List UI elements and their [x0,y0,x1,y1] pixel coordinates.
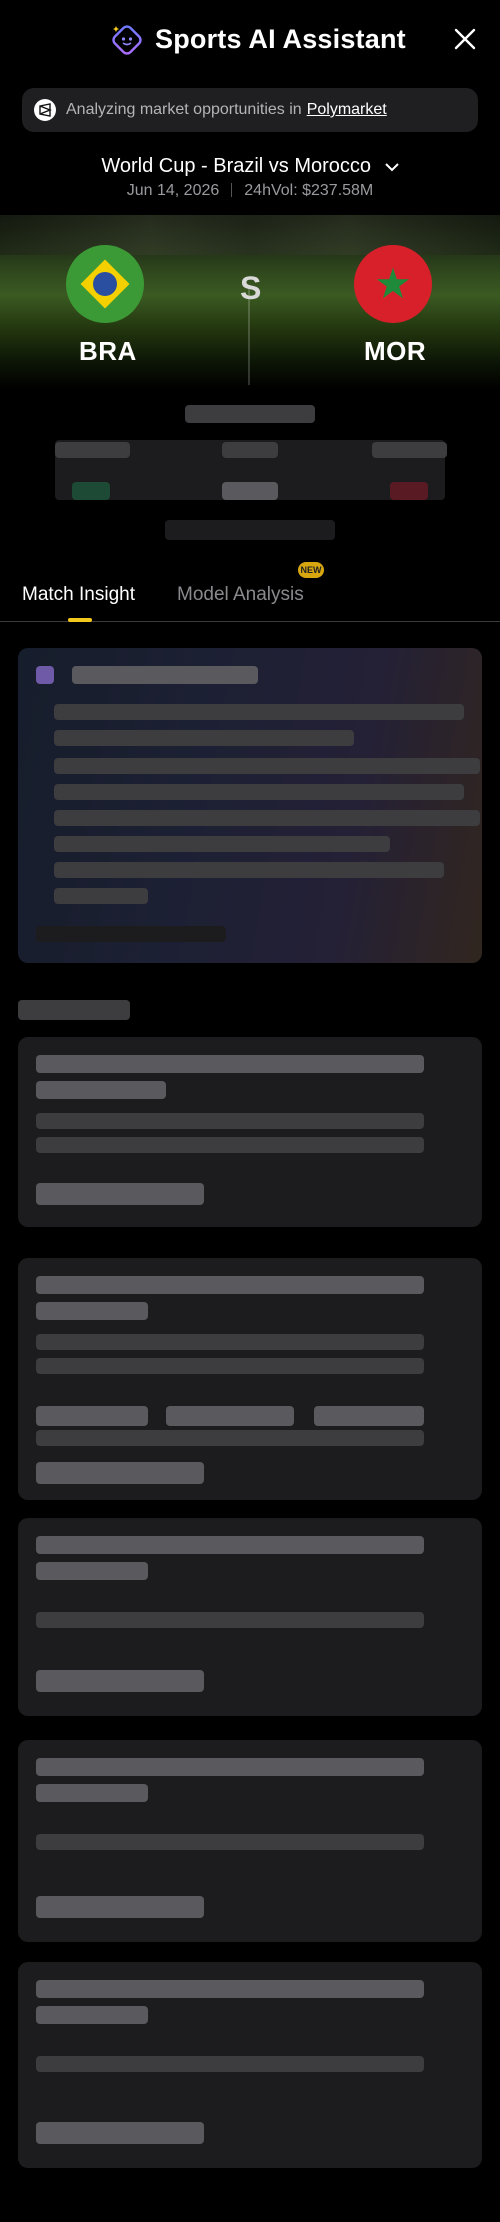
answer-line-redacted [36,1430,424,1446]
question-card[interactable] [18,1962,482,2168]
meta-divider [231,183,233,197]
close-icon[interactable] [452,26,478,52]
tab-bar: Match Insight Model Analysis [0,570,500,622]
tab-match-insight[interactable]: Match Insight [22,584,135,606]
question-card[interactable] [18,1258,482,1500]
question-line-redacted [36,1980,424,1998]
summary-footer-redacted [36,926,226,942]
morocco-flag-icon: ★ [354,245,432,323]
summary-line-redacted [54,888,148,904]
active-tab-indicator [68,618,92,622]
stadium-lights [0,215,500,255]
banner-text: Analyzing market opportunities in [66,101,302,118]
summary-line-redacted [54,758,480,774]
answer-option-redacted[interactable] [314,1406,424,1426]
question-line-redacted [36,1784,148,1802]
summary-line-redacted [54,704,464,720]
question-line-redacted [36,1536,424,1554]
market-banner: Analyzing market opportunities in Polyma… [22,88,478,132]
question-line-redacted [36,1055,424,1073]
odds-away-value-redacted[interactable] [390,482,428,500]
answer-action-redacted[interactable] [36,1670,204,1692]
polymarket-icon [34,99,56,121]
ai-avatar-icon [36,666,54,684]
answer-line-redacted [36,1834,424,1850]
answer-action-redacted[interactable] [36,1183,204,1205]
score-display: S [240,270,262,306]
app-title: Sports AI Assistant [155,24,406,54]
answer-line-redacted [36,1137,424,1153]
odds-home-value-redacted[interactable] [72,482,110,500]
tab-model-analysis[interactable]: Model Analysis [177,584,304,606]
match-selector[interactable]: World Cup - Brazil vs Morocco [0,153,500,179]
away-team-code: MOR [364,336,427,366]
question-card[interactable] [18,1037,482,1227]
odds-away-label-redacted [372,442,447,458]
brazil-flag-icon [66,245,144,323]
odds-draw-label-redacted [222,442,278,458]
answer-line-redacted [36,1358,424,1374]
polymarket-link[interactable]: Polymarket [307,101,387,119]
sparkle-bot-icon [112,25,142,55]
question-line-redacted [36,1302,148,1320]
odds-title-redacted [185,405,315,423]
summary-line-redacted [54,810,480,826]
match-volume: 24hVol: $237.58M [244,182,374,199]
section-title-redacted [18,1000,130,1020]
summary-line-redacted [54,836,390,852]
question-line-redacted [36,1276,424,1294]
odds-footer-redacted [165,520,335,540]
answer-action-redacted[interactable] [36,2122,204,2144]
home-team-code: BRA [79,336,137,366]
new-badge: NEW [298,562,324,578]
match-meta: Jun 14, 2026 24hVol: $237.58M [0,182,500,200]
match-date: Jun 14, 2026 [126,182,220,199]
answer-option-redacted[interactable] [166,1406,294,1426]
header: Sports AI Assistant [0,0,500,80]
answer-action-redacted[interactable] [36,1462,204,1484]
answer-action-redacted[interactable] [36,1896,204,1918]
question-card[interactable] [18,1518,482,1716]
answer-line-redacted [36,1113,424,1129]
summary-line-redacted [54,730,354,746]
chevron-down-icon [384,163,399,172]
odds-draw-value-redacted[interactable] [222,482,278,500]
answer-line-redacted [36,1612,424,1628]
odds-home-label-redacted [55,442,130,458]
question-card[interactable] [18,1740,482,1942]
answer-line-redacted [36,1334,424,1350]
match-title: World Cup - Brazil vs Morocco [101,155,372,177]
summary-line-redacted [54,862,444,878]
summary-line-redacted [54,784,464,800]
question-line-redacted [36,2006,148,2024]
question-line-redacted [36,1758,424,1776]
insight-summary-card [18,648,482,963]
answer-option-redacted[interactable] [36,1406,148,1426]
summary-heading-redacted [72,666,258,684]
question-line-redacted [36,1081,166,1099]
question-line-redacted [36,1562,148,1580]
answer-line-redacted [36,2056,424,2072]
